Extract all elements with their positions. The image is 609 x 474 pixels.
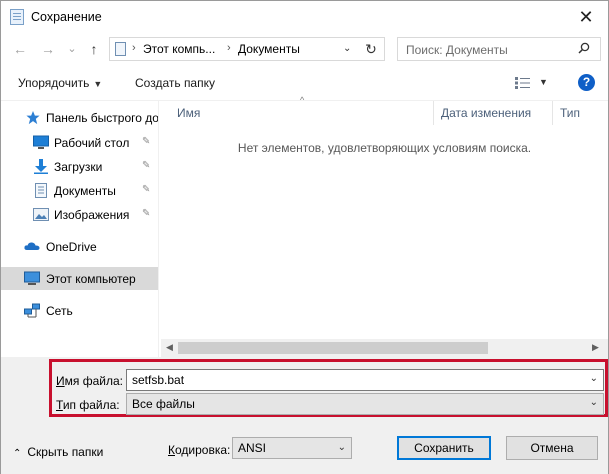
- cloud-icon: [24, 242, 40, 250]
- computer-icon: [24, 271, 40, 285]
- refresh-button[interactable]: ↻: [363, 41, 379, 57]
- filetype-value: Все файлы: [132, 397, 195, 411]
- sidebar-item-network[interactable]: Сеть: [1, 299, 158, 322]
- pane-divider[interactable]: [158, 101, 159, 357]
- chevron-up-icon: ⌃: [13, 448, 22, 459]
- filename-field[interactable]: setfsb.bat ⌄: [126, 369, 604, 391]
- help-icon[interactable]: ?: [578, 74, 595, 91]
- breadcrumb-this-pc[interactable]: Этот компь...: [143, 42, 215, 56]
- save-dialog: Сохранение ✕ ← → ⌄ ↑ › Этот компь... › Д…: [0, 0, 609, 474]
- pictures-icon: [33, 208, 49, 221]
- filetype-label-accelerator: Т: [56, 398, 63, 412]
- forward-button[interactable]: →: [39, 40, 57, 58]
- chevron-down-icon: ⌄: [589, 397, 598, 408]
- pin-icon: ✎: [142, 184, 151, 195]
- dialog-title: Сохранение: [31, 10, 102, 24]
- column-header-label: Дата изменения: [441, 106, 532, 120]
- sidebar-item-label: Сеть: [46, 304, 73, 318]
- up-button[interactable]: ↑: [85, 40, 103, 58]
- chevron-down-icon[interactable]: ⌄: [590, 373, 598, 384]
- sidebar-item-label: OneDrive: [46, 240, 97, 254]
- caret-down-icon: ▼: [93, 79, 103, 89]
- organize-menu-button[interactable]: Упорядочить ▼: [18, 76, 102, 90]
- command-toolbar: Упорядочить ▼ Создать папку ▼ ?: [1, 65, 608, 101]
- breadcrumb-separator: ›: [227, 42, 231, 54]
- save-button[interactable]: Сохранить: [397, 436, 491, 460]
- sidebar-item-label: Панель быстрого до: [46, 111, 158, 125]
- filename-label: Имя файла:: [56, 374, 123, 388]
- sidebar-item-this-pc[interactable]: Этот компьютер: [1, 267, 158, 290]
- filetype-label: Тип файла:: [56, 398, 120, 412]
- scroll-left-icon[interactable]: ◀: [166, 342, 173, 353]
- sidebar-item-label: Загрузки: [54, 160, 103, 174]
- sidebar-item-pictures[interactable]: Изображения ✎: [1, 203, 158, 226]
- downloads-icon: [34, 159, 48, 174]
- close-button[interactable]: ✕: [574, 5, 598, 29]
- encoding-label-accelerator: К: [168, 443, 175, 457]
- documents-icon: [115, 42, 126, 56]
- sidebar-item-downloads[interactable]: Загрузки ✎: [1, 155, 158, 178]
- star-icon: [26, 110, 40, 125]
- encoding-value: ANSI: [238, 441, 267, 455]
- organize-label: Упорядочить: [18, 76, 90, 90]
- hide-folders-label: Скрыть папки: [27, 445, 104, 459]
- column-header-type[interactable]: Тип: [552, 101, 608, 125]
- pin-icon: ✎: [142, 136, 151, 147]
- column-header-date[interactable]: Дата изменения: [433, 101, 553, 125]
- sidebar-item-documents[interactable]: Документы ✎: [1, 179, 158, 202]
- scrollbar-thumb[interactable]: [178, 342, 488, 354]
- column-header-name[interactable]: Имя: [169, 101, 434, 125]
- sidebar-item-label: Рабочий стол: [54, 136, 130, 150]
- view-options-icon[interactable]: [515, 77, 531, 89]
- encoding-label: Кодировка:: [168, 443, 230, 457]
- filename-label-text: мя файла:: [64, 374, 123, 388]
- documents-icon: [35, 183, 47, 198]
- save-options-panel: Имя файла: setfsb.bat ⌄ Тип файла: Все ф…: [1, 357, 608, 474]
- view-caret-icon[interactable]: ▼: [539, 77, 548, 87]
- pin-icon: ✎: [142, 160, 151, 171]
- scroll-right-icon[interactable]: ▶: [592, 342, 599, 353]
- navigation-pane: Панель быстрого до Рабочий стол ✎ Загруз…: [1, 101, 158, 357]
- sidebar-item-quick-access[interactable]: Панель быстрого до: [1, 106, 158, 129]
- breadcrumb-separator: ›: [132, 42, 136, 54]
- empty-folder-message: Нет элементов, удовлетворяющих условиям …: [237, 141, 532, 155]
- navigation-row: ← → ⌄ ↑ › Этот компь... › Документы ⌄ ↻ …: [1, 33, 608, 65]
- search-icon: [578, 42, 590, 54]
- column-header-label: Имя: [177, 106, 201, 120]
- chevron-down-icon: ⌄: [337, 442, 346, 453]
- search-placeholder: Поиск: Документы: [406, 43, 508, 57]
- encoding-label-text: одировка:: [175, 443, 231, 457]
- sidebar-item-label: Этот компьютер: [46, 272, 136, 286]
- search-input[interactable]: Поиск: Документы: [397, 37, 601, 61]
- encoding-select[interactable]: ANSI ⌄: [232, 437, 352, 459]
- sidebar-item-label: Документы: [54, 184, 116, 198]
- cancel-button[interactable]: Отмена: [506, 436, 598, 460]
- filetype-label-text: ип файла:: [62, 398, 120, 412]
- new-folder-button[interactable]: Создать папку: [135, 76, 215, 90]
- sidebar-item-onedrive[interactable]: OneDrive: [1, 235, 158, 258]
- column-header-label: Тип: [560, 106, 581, 120]
- network-icon: [24, 303, 40, 318]
- address-history-chevron-icon[interactable]: ⌄: [343, 43, 351, 54]
- desktop-icon: [33, 135, 49, 149]
- horizontal-scrollbar[interactable]: ◀ ▶: [161, 339, 608, 357]
- sidebar-item-desktop[interactable]: Рабочий стол ✎: [1, 131, 158, 154]
- breadcrumb-documents[interactable]: Документы: [238, 42, 300, 56]
- filetype-select[interactable]: Все файлы ⌄: [126, 393, 604, 415]
- file-list[interactable]: ^ Имя Дата изменения Тип Нет элементов, …: [161, 95, 608, 339]
- notepad-icon: [10, 9, 24, 25]
- recent-locations-button[interactable]: ⌄: [63, 40, 81, 58]
- sidebar-item-label: Изображения: [54, 208, 130, 222]
- title-bar: Сохранение ✕: [1, 1, 608, 33]
- filename-label-accelerator: И: [56, 374, 65, 388]
- filename-value: setfsb.bat: [132, 373, 185, 387]
- pin-icon: ✎: [142, 208, 151, 219]
- hide-folders-button[interactable]: ⌃ Скрыть папки: [13, 445, 103, 459]
- back-button[interactable]: ←: [11, 40, 29, 58]
